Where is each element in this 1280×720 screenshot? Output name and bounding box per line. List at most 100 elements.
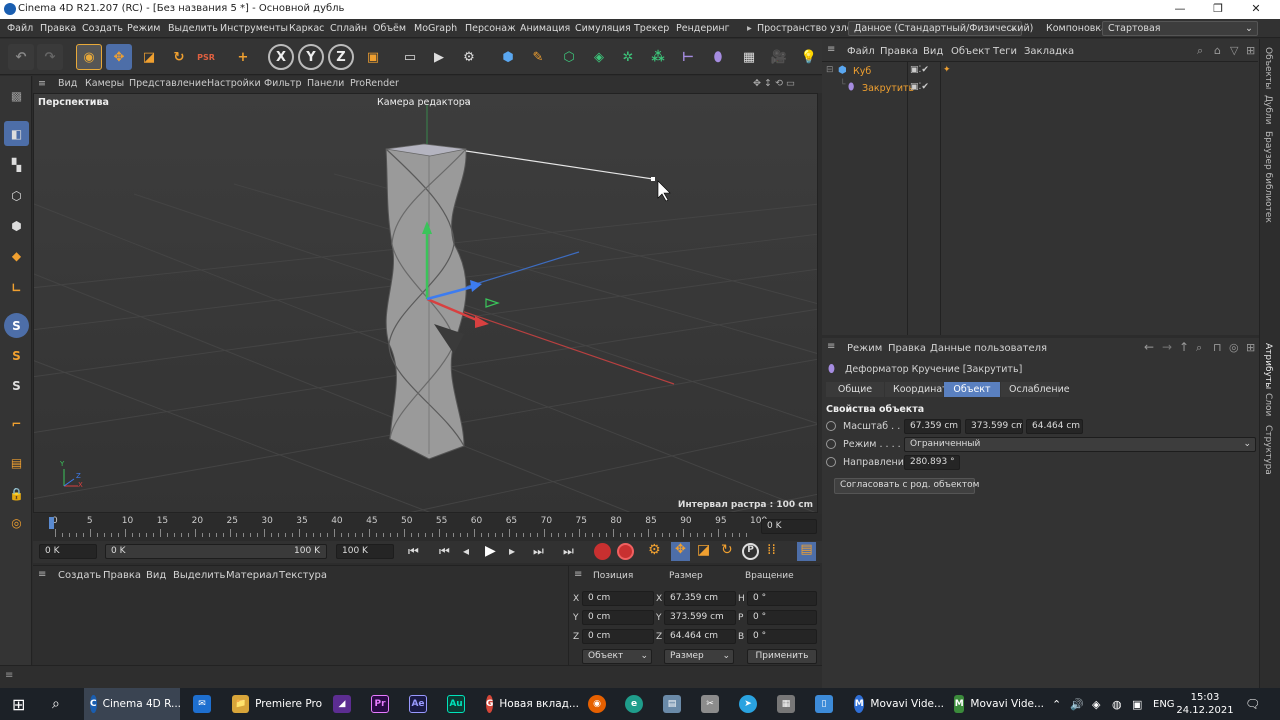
size-x-field[interactable]: 67.359 cm — [664, 591, 736, 606]
taskbar-app-chrome[interactable]: G Новая вклад... — [480, 688, 579, 720]
deformer-size-z-field[interactable]: 64.464 cm — [1026, 419, 1083, 434]
tab-coordinates[interactable]: Координаты — [885, 382, 955, 397]
end-frame-field[interactable]: 100 K — [336, 544, 394, 559]
menu-create[interactable]: Создать — [82, 23, 123, 34]
object-name[interactable]: Куб — [853, 66, 871, 77]
vp-menu-cameras[interactable]: Камеры — [85, 78, 124, 89]
model-mode-icon[interactable]: ◧ — [4, 121, 29, 146]
psr-icon[interactable]: PSR — [197, 44, 215, 70]
hamburger-menu-icon[interactable]: ≡ — [827, 44, 835, 55]
mat-menu-edit[interactable]: Правка — [103, 570, 141, 581]
new-window-icon[interactable]: ⊞ — [1246, 44, 1255, 57]
camera-icon[interactable]: 🎥 — [766, 44, 792, 70]
timeline-window-icon[interactable]: ▤ — [797, 542, 816, 561]
snap-icon[interactable]: S — [4, 313, 29, 338]
visibility-toggle-icon[interactable]: ▣⁚✔ — [910, 82, 929, 92]
tray-app-icon[interactable]: ▣ — [1132, 688, 1142, 720]
tab-basic[interactable]: Общие — [826, 382, 884, 397]
keyframe-selection-icon[interactable]: ⚙ — [648, 542, 661, 558]
twisted-cube-object[interactable] — [385, 143, 467, 460]
tray-app-icon[interactable]: ◈ — [1092, 688, 1100, 720]
points-mode-icon[interactable]: ⬡ — [4, 183, 29, 208]
prev-key-icon[interactable]: ⏮ — [439, 544, 450, 559]
language-indicator[interactable]: ENG — [1153, 688, 1175, 720]
rotation-p-field[interactable]: 0 ° — [747, 610, 817, 625]
field-icon[interactable]: ⬮ — [705, 44, 731, 70]
notepad-icon[interactable]: ▯ — [815, 688, 839, 720]
snap-settings-icon[interactable]: S — [4, 343, 29, 368]
taskbar-app-premiere-folder[interactable]: 📁 Premiere Pro — [226, 688, 322, 720]
vp-menu-filter[interactable]: Фильтр — [264, 78, 302, 89]
lock-workplane-icon[interactable]: 🔒 — [4, 481, 29, 506]
redo-icon[interactable]: ↷ — [37, 44, 63, 70]
hamburger-menu-icon[interactable]: ≡ — [827, 341, 835, 352]
menu-file[interactable]: Файл — [7, 23, 33, 34]
key-scale-icon[interactable]: ◪ — [697, 542, 710, 558]
vp-menu-view[interactable]: Вид — [58, 78, 77, 89]
mat-menu-texture[interactable]: Текстура — [279, 570, 327, 581]
fit-to-parent-button[interactable]: Согласовать с род. объектом — [834, 478, 979, 494]
vp-menu-display[interactable]: Представление — [129, 78, 207, 89]
visual-studio-icon[interactable]: ◢ — [333, 688, 357, 720]
size-mode-dropdown[interactable]: Размер ⌄ — [664, 649, 734, 664]
render-view-icon[interactable]: ▭ — [397, 44, 423, 70]
vp-menu-prorender[interactable]: ProRender — [350, 78, 399, 89]
taskbar-app-movavi-2[interactable]: M Movavi Vide... — [948, 688, 1044, 720]
object-row-twist[interactable]: └ ⬮ Закрутить ▣⁚✔ — [822, 80, 1258, 96]
app-icon[interactable]: ▤ — [663, 688, 687, 720]
taskbar-app-cinema4d[interactable]: C Cinema 4D R... — [84, 688, 181, 720]
rotation-h-field[interactable]: 0 ° — [747, 591, 817, 606]
autokey-icon[interactable] — [617, 543, 634, 560]
animate-angle-icon[interactable] — [826, 457, 836, 467]
cloner-icon[interactable]: ✲ — [615, 44, 641, 70]
windows-start-icon[interactable]: ⊞ — [12, 688, 25, 720]
current-frame-field[interactable]: 0 K — [761, 519, 817, 534]
app-icon[interactable]: ✂ — [701, 688, 725, 720]
pen-spline-icon[interactable]: ✎ — [525, 44, 551, 70]
deformer-size-y-field[interactable]: 373.599 cm — [965, 419, 1023, 434]
mograph-cluster-icon[interactable]: ⁂ — [645, 44, 671, 70]
mat-menu-create[interactable]: Создать — [58, 570, 101, 581]
prev-frame-icon[interactable]: ◂ — [463, 544, 469, 558]
edges-mode-icon[interactable]: ⬢ — [4, 213, 29, 238]
axis-y-lock-icon[interactable]: Y — [298, 44, 324, 70]
obj-menu-file[interactable]: Файл — [847, 46, 875, 57]
menu-render[interactable]: Рендеринг — [676, 23, 730, 34]
menu-mode[interactable]: Режим — [127, 23, 160, 34]
home-icon[interactable]: ⌂ — [1214, 44, 1221, 57]
hamburger-menu-icon[interactable]: ≡ — [38, 569, 46, 580]
search-icon[interactable]: ⌕ — [1196, 341, 1202, 355]
tab-object[interactable]: Объект — [944, 382, 1000, 397]
vp-menu-panel[interactable]: Панели — [307, 78, 344, 89]
polygons-mode-icon[interactable]: ◆ — [4, 243, 29, 268]
scale-tool-icon[interactable]: ◪ — [136, 44, 162, 70]
tag-icon[interactable]: ✦ — [943, 65, 951, 75]
menu-animation[interactable]: Анимация — [520, 23, 570, 34]
firefox-icon[interactable]: ◉ — [588, 688, 612, 720]
axis-z-lock-icon[interactable]: Z — [328, 44, 354, 70]
move-tool-icon[interactable]: ✥ — [106, 44, 132, 70]
texture-mode-icon[interactable]: ▚ — [4, 152, 29, 177]
key-parameter-icon[interactable]: P — [742, 543, 759, 560]
expand-icon[interactable]: ⊟ — [826, 65, 834, 75]
premiere-pro-icon[interactable]: Pr — [371, 688, 395, 720]
telegram-icon[interactable]: ➤ — [739, 688, 763, 720]
mail-icon[interactable]: ✉ — [193, 688, 217, 720]
hamburger-menu-icon[interactable]: ≡ — [5, 670, 13, 681]
coord-system-icon[interactable]: ▣ — [360, 44, 386, 70]
next-frame-icon[interactable]: ▸ — [509, 544, 515, 558]
extrude-icon[interactable]: ◈ — [586, 44, 612, 70]
search-icon[interactable]: ⌕ — [1197, 44, 1203, 58]
notifications-icon[interactable]: 🗨 — [1245, 688, 1260, 720]
tab-takes-vertical[interactable]: Дубли — [1263, 95, 1273, 125]
size-z-field[interactable]: 64.464 cm — [664, 629, 736, 644]
tab-structure-vertical[interactable]: Структура — [1263, 425, 1273, 475]
tab-falloff[interactable]: Ослабление — [1001, 382, 1070, 397]
select-tool-icon[interactable]: ◉ — [76, 44, 102, 70]
deformer-mode-dropdown[interactable]: Ограниченный ⌄ — [904, 437, 1256, 452]
app-icon[interactable]: ▦ — [777, 688, 801, 720]
minimize-button[interactable]: — — [1170, 2, 1190, 15]
key-position-icon[interactable]: ✥ — [671, 542, 690, 561]
animate-mode-icon[interactable] — [826, 439, 836, 449]
hamburger-menu-icon[interactable]: ≡ — [38, 78, 46, 89]
